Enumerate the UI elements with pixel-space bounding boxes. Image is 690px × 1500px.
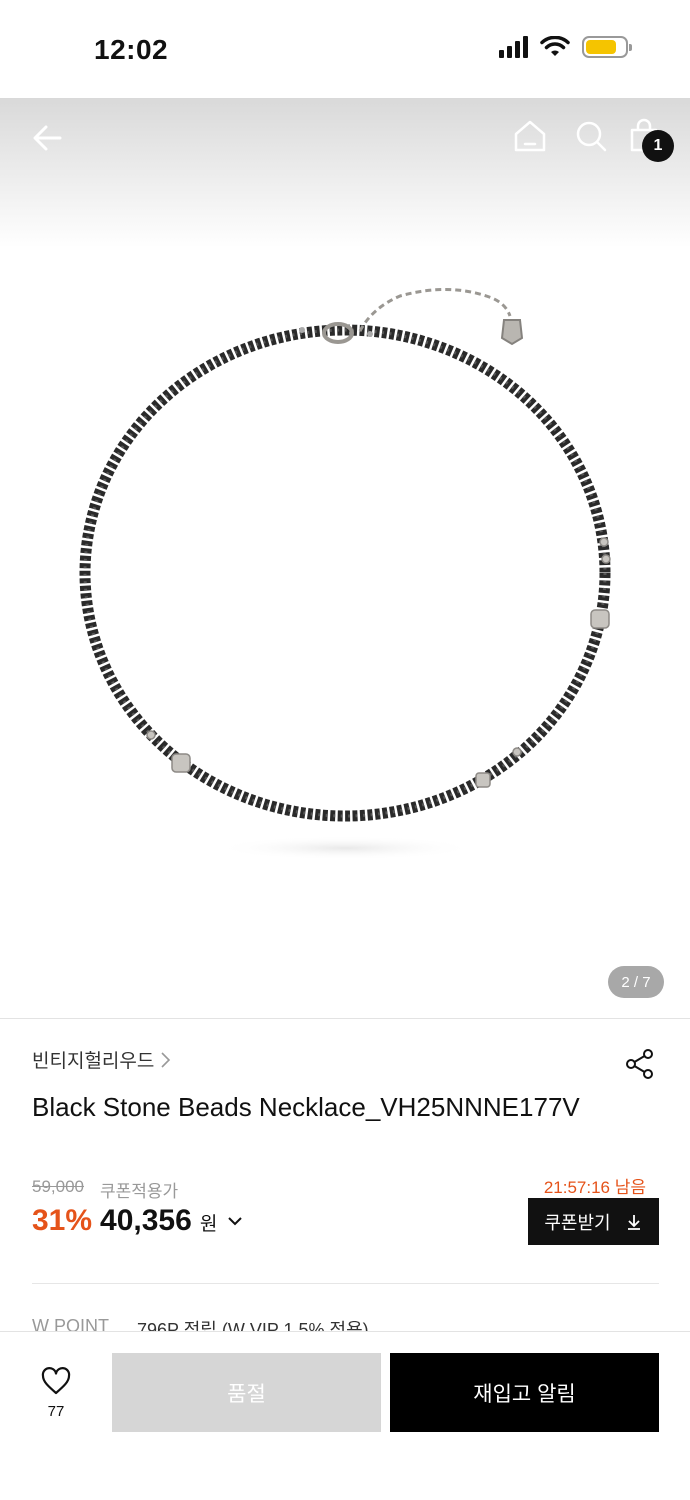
wish-count: 77 [47,1403,65,1420]
wish-button[interactable]: 77 [32,1366,80,1420]
wifi-icon [540,36,570,56]
product-title: Black Stone Beads Necklace_VH25NNNE177V [32,1092,580,1122]
product-image-gallery[interactable]: 1 2 / 7 [0,98,690,1018]
share-icon[interactable] [624,1048,656,1080]
point-value: 796P 적립 (W VIP 1.5% 적용) [137,1320,369,1332]
divider [32,1283,659,1284]
restock-alert-button[interactable]: 재입고 알림 [390,1353,659,1432]
brand-link[interactable]: 빈티지헐리우드 [32,1046,172,1073]
sale-price: 40,356 [100,1204,192,1237]
get-coupon-button[interactable]: 쿠폰받기 [528,1198,659,1245]
coupon-timer: 21:57:16 남음 [543,1178,646,1197]
get-coupon-label: 쿠폰받기 [544,1212,611,1233]
battery-level [586,40,616,54]
w-point-row: W POINT 796P 적립 (W VIP 1.5% 적용) [32,1316,369,1332]
back-arrow-icon[interactable] [28,118,68,158]
heart-icon [41,1367,71,1395]
home-icon[interactable] [512,118,548,154]
chevron-right-icon [161,1051,171,1068]
bottom-action-bar: 77 품절 재입고 알림 [0,1331,690,1500]
discount-rate: 31% [32,1204,93,1237]
cart-count-badge: 1 [642,130,674,162]
chevron-down-icon[interactable] [227,1213,243,1229]
brand-name: 빈티지헐리우드 [32,1051,155,1072]
coupon-price-note: 쿠폰적용가 [100,1182,179,1201]
status-icons [499,36,632,58]
currency-unit: 원 [199,1214,218,1235]
original-price: 59,000 [32,1177,84,1196]
search-icon[interactable] [573,118,609,154]
gallery-page-indicator: 2 / 7 [608,966,664,998]
signal-icon [499,36,528,58]
sold-out-button: 품절 [112,1353,381,1432]
divider [0,1018,690,1019]
product-image-necklace [79,288,611,860]
status-bar: 12:02 [0,0,690,98]
status-time: 12:02 [94,34,169,65]
battery-icon [582,36,632,58]
point-label: W POINT [32,1316,109,1332]
download-icon [627,1214,640,1230]
price-row: 31% 40,356 원 [32,1204,243,1238]
